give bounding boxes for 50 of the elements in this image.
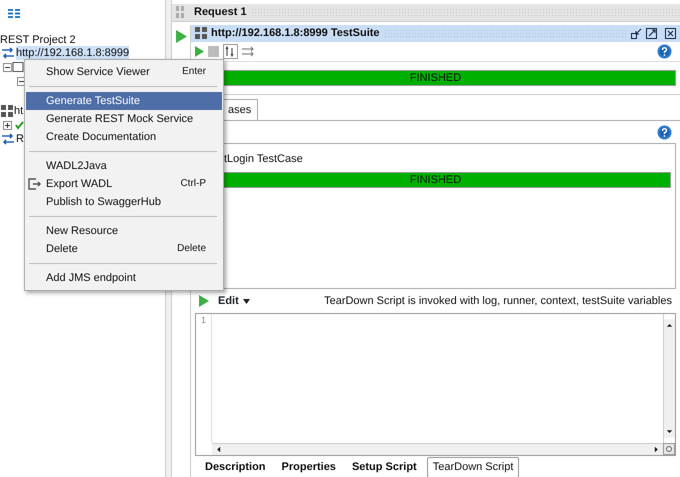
run-icon[interactable] — [199, 295, 209, 307]
collapse-icon — [17, 76, 26, 86]
horizontal-scrollbar[interactable] — [212, 443, 663, 455]
window-title: http://192.168.1.8:8999 TestSuite — [211, 26, 380, 41]
sequential-icon[interactable] — [223, 44, 238, 58]
parallel-icon[interactable] — [242, 46, 254, 56]
export-icon — [28, 178, 41, 190]
service-icon — [1, 47, 15, 59]
menu-item[interactable]: Generate TestSuite — [26, 92, 222, 110]
rest-icon — [176, 5, 186, 20]
script-editor[interactable]: 1 — [195, 313, 676, 456]
script-hint: TearDown Script is invoked with log, runner, context, testSuite variables — [324, 294, 672, 309]
testsuite-icon — [195, 27, 207, 39]
menu-item[interactable]: WADL2Java — [26, 157, 222, 175]
edit-menu-button[interactable]: Edit — [217, 292, 251, 310]
menu-item[interactable]: New Resource — [26, 222, 222, 240]
corner-icon — [663, 443, 675, 455]
project-label[interactable]: REST Project 2 — [0, 32, 76, 46]
help-icon[interactable] — [657, 44, 672, 58]
tree-item-label[interactable]: R — [16, 132, 24, 146]
menu-item[interactable]: Export WADL Ctrl-P — [26, 175, 222, 193]
menu-item[interactable]: Add JMS endpoint — [26, 269, 222, 287]
run-icon[interactable] — [176, 30, 186, 42]
menu-item[interactable]: Generate REST Mock Service — [26, 110, 222, 128]
folder-icon — [12, 62, 24, 72]
menu-item[interactable]: Delete Delete — [26, 240, 222, 258]
menu-item[interactable]: Create Documentation — [26, 128, 222, 146]
help-icon[interactable] — [657, 125, 672, 140]
collapse-icon — [3, 62, 12, 72]
editor-tab-title[interactable]: Request 1 — [194, 4, 247, 20]
caret-icon[interactable] — [242, 298, 250, 304]
maximize-icon[interactable] — [646, 28, 657, 38]
minimize-icon[interactable] — [631, 28, 642, 38]
menu-item[interactable]: Publish to SwaggerHub — [26, 193, 222, 211]
close-icon[interactable] — [665, 28, 676, 38]
vertical-scrollbar[interactable] — [663, 314, 675, 443]
tree-item-label[interactable]: ht — [14, 104, 24, 118]
tab[interactable]: ases — [221, 98, 258, 120]
tab[interactable]: Setup Script — [346, 457, 423, 477]
testsuite-icon — [1, 105, 13, 117]
tab[interactable]: Description — [199, 457, 272, 477]
tab[interactable]: TearDown Script — [426, 457, 520, 477]
menu-item[interactable]: Show Service Viewer Enter — [26, 63, 222, 81]
line-number: 1 — [200, 314, 207, 327]
tree-view-icon[interactable] — [8, 8, 20, 18]
expand-icon — [3, 120, 12, 130]
tab[interactable]: Properties — [276, 457, 342, 477]
tree-item-label[interactable]: http://192.168.1.8:8999 — [16, 46, 130, 60]
service-icon — [1, 133, 15, 145]
run-icon[interactable] — [195, 46, 204, 56]
